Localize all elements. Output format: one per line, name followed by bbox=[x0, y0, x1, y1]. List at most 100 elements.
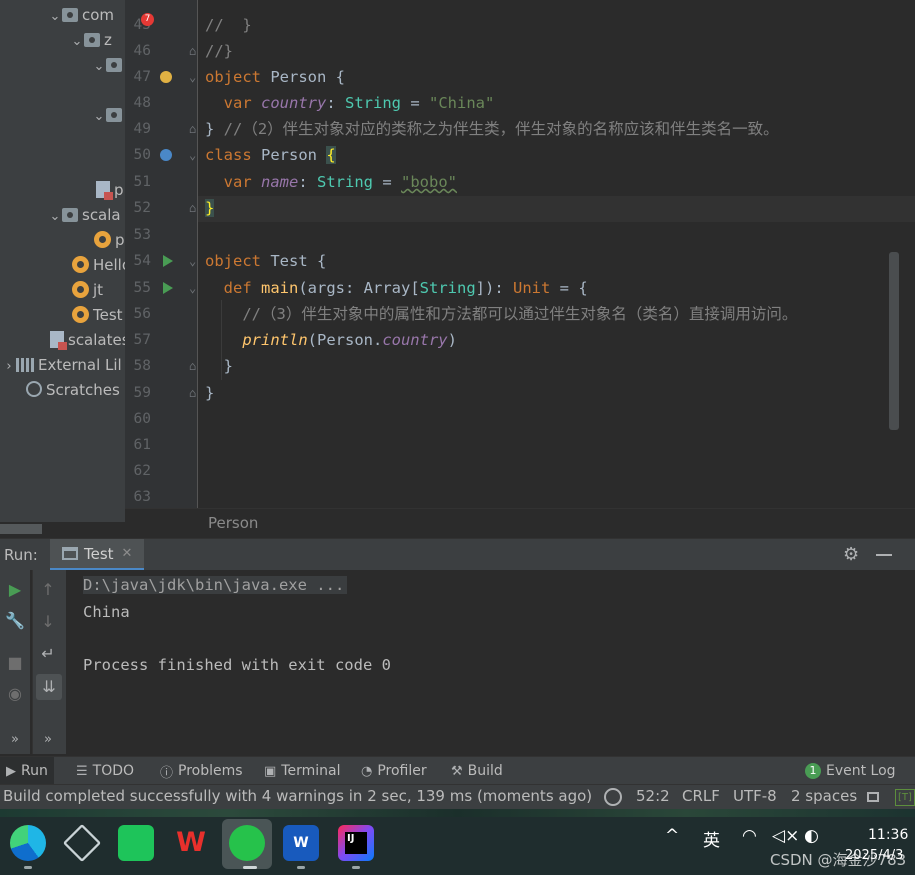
intellij-app-icon[interactable]: IJ bbox=[338, 825, 374, 861]
fold-icon[interactable]: ⌂ bbox=[189, 116, 196, 142]
arrow-up-icon[interactable]: ↑ bbox=[33, 580, 63, 599]
fold-icon[interactable]: ⌂ bbox=[189, 353, 196, 379]
code-line[interactable]: // } bbox=[205, 12, 252, 38]
more-icon[interactable]: » bbox=[0, 732, 30, 747]
speaker-muted-icon[interactable]: ◁× bbox=[772, 826, 799, 846]
tool-tab-event-log[interactable]: 1 Event Log bbox=[799, 757, 902, 785]
tool-tab-profiler[interactable]: ◔ Profiler bbox=[355, 757, 433, 785]
fold-icon[interactable]: ⌄ bbox=[189, 248, 196, 274]
tree-item[interactable]: › External Lil bbox=[2, 353, 121, 379]
unity-app-icon[interactable] bbox=[62, 823, 102, 863]
code-line[interactable]: class Person { bbox=[205, 142, 336, 168]
wps-app-icon[interactable]: W bbox=[173, 825, 209, 861]
camera-icon[interactable]: ◉ bbox=[0, 684, 30, 703]
tree-item[interactable]: p bbox=[96, 178, 124, 203]
tool-tab-run[interactable]: ▶ Run bbox=[0, 757, 54, 785]
tool-tab-problems[interactable]: ⓘ Problems bbox=[154, 757, 249, 785]
code-line[interactable]: } bbox=[205, 380, 214, 406]
implementing-icon[interactable] bbox=[160, 149, 172, 161]
indent-setting[interactable]: 2 spaces bbox=[791, 787, 857, 805]
line-number: 62 bbox=[133, 463, 151, 479]
editor-vertical-scrollbar[interactable] bbox=[889, 252, 899, 430]
code-line[interactable]: object Test { bbox=[205, 248, 326, 274]
run-gutter-icon[interactable] bbox=[163, 255, 173, 267]
tree-item[interactable]: p bbox=[94, 228, 125, 253]
word-app-icon[interactable]: W bbox=[283, 825, 319, 861]
breadcrumb-item[interactable]: Person bbox=[208, 514, 258, 532]
tool-tab-build[interactable]: ⚒ Build bbox=[445, 757, 509, 785]
gear-icon[interactable]: ⚙ bbox=[843, 544, 859, 565]
battery-icon[interactable]: ◐ bbox=[804, 826, 819, 846]
code-line[interactable]: } bbox=[205, 195, 215, 221]
run-tab-test[interactable]: Test ✕ bbox=[50, 539, 145, 571]
stop-icon[interactable]: ■ bbox=[0, 653, 30, 672]
code-line[interactable]: } //（2）伴生对象对应的类称之为伴生类，伴生对象的名称应该和伴生类名一致。 bbox=[205, 116, 779, 142]
profiler-icon: ◔ bbox=[361, 763, 373, 779]
ime-indicator[interactable]: 英 bbox=[703, 826, 720, 851]
wifi-icon[interactable]: ◠ bbox=[742, 826, 757, 846]
implemented-icon[interactable] bbox=[160, 71, 172, 83]
arrow-down-icon[interactable]: ↓ bbox=[33, 612, 63, 631]
code-editor[interactable]: 45 46 47 48 49 50 51 52 53 54 55 56 57 5… bbox=[125, 0, 915, 508]
code-line[interactable]: var country: String = "China" bbox=[205, 90, 495, 116]
chat-app-icon[interactable] bbox=[118, 825, 154, 861]
wechat-app-icon[interactable] bbox=[229, 825, 265, 861]
chevron-down-icon[interactable]: ⌄ bbox=[92, 104, 106, 129]
wrench-icon[interactable]: 🔧 bbox=[0, 611, 30, 630]
tree-item[interactable]: ⌄ bbox=[92, 53, 125, 78]
code-line[interactable]: def main(args: Array[String]): Unit = { bbox=[205, 275, 588, 301]
code-line[interactable]: //} bbox=[205, 38, 233, 64]
code-line[interactable]: var name: String = "bobo" bbox=[205, 169, 457, 195]
fold-icon[interactable]: ⌂ bbox=[189, 195, 196, 221]
tree-item[interactable]: scalates bbox=[50, 328, 125, 353]
code-line[interactable]: } bbox=[205, 353, 233, 379]
chevron-down-icon[interactable]: ⌄ bbox=[48, 204, 62, 229]
status-message[interactable]: Build completed successfully with 4 warn… bbox=[3, 787, 592, 805]
chevron-right-icon[interactable]: › bbox=[2, 354, 16, 379]
clock-icon[interactable] bbox=[604, 788, 622, 806]
chevron-down-icon[interactable]: ⌄ bbox=[70, 29, 84, 54]
chevron-down-icon[interactable]: ⌄ bbox=[48, 4, 62, 29]
line-number: 59 bbox=[133, 385, 151, 401]
tree-item[interactable]: ⌄ com bbox=[48, 3, 115, 29]
code-line[interactable]: println(Person.country) bbox=[205, 327, 457, 353]
tree-item[interactable]: Hello bbox=[72, 253, 125, 278]
rerun-icon[interactable]: ▶ bbox=[0, 580, 30, 599]
tree-item[interactable]: jt bbox=[72, 278, 103, 303]
line-number: 51 bbox=[133, 174, 151, 190]
tree-item[interactable]: Scratches a bbox=[26, 378, 125, 403]
horizontal-scrollbar[interactable] bbox=[0, 524, 42, 534]
fold-icon[interactable]: ⌄ bbox=[189, 275, 196, 301]
code-line[interactable]: object Person { bbox=[205, 64, 345, 90]
tree-item[interactable]: ⌄ bbox=[92, 103, 125, 128]
tool-tab-todo[interactable]: ☰ TODO bbox=[70, 757, 140, 785]
close-icon[interactable]: ✕ bbox=[122, 546, 133, 561]
tree-item[interactable]: ⌄ scala bbox=[48, 203, 121, 228]
clock-time[interactable]: 11:36 bbox=[868, 827, 908, 843]
line-separator[interactable]: CRLF bbox=[682, 787, 720, 805]
tool-tab-terminal[interactable]: ▣ Terminal bbox=[258, 757, 346, 785]
fold-icon[interactable]: ⌄ bbox=[189, 64, 196, 90]
run-gutter-icon[interactable] bbox=[163, 282, 173, 294]
code-line[interactable]: //（3）伴生对象中的属性和方法都可以通过伴生对象名（类名）直接调用访问。 bbox=[205, 301, 797, 327]
tree-item[interactable]: Test bbox=[72, 303, 123, 328]
file-encoding[interactable]: UTF-8 bbox=[733, 787, 777, 805]
breadcrumb[interactable]: Person bbox=[125, 508, 915, 536]
fold-icon[interactable]: ⌂ bbox=[189, 380, 196, 406]
chevron-down-icon[interactable]: ⌄ bbox=[92, 54, 106, 79]
more-icon[interactable]: » bbox=[33, 732, 63, 747]
console-command[interactable]: D:\java\jdk\bin\java.exe ... bbox=[83, 576, 348, 594]
edge-app-icon[interactable] bbox=[10, 825, 46, 861]
tray-overflow-icon[interactable]: ^ bbox=[665, 826, 679, 846]
scroll-to-end-icon[interactable]: ⇊ bbox=[36, 674, 62, 700]
console-output[interactable]: D:\java\jdk\bin\java.exe ... China Proce… bbox=[83, 572, 391, 678]
line-number: 57 bbox=[133, 332, 151, 348]
minimize-icon[interactable] bbox=[876, 554, 892, 556]
fold-icon[interactable]: ⌂ bbox=[189, 38, 196, 64]
fold-icon[interactable]: ⌄ bbox=[189, 142, 196, 168]
caret-position[interactable]: 52:2 bbox=[636, 787, 670, 805]
tree-item[interactable]: ⌄ z bbox=[70, 28, 112, 53]
lock-icon[interactable] bbox=[867, 792, 879, 802]
ij-status-icon[interactable]: [T] bbox=[895, 789, 915, 806]
soft-wrap-icon[interactable]: ↵ bbox=[33, 644, 63, 663]
